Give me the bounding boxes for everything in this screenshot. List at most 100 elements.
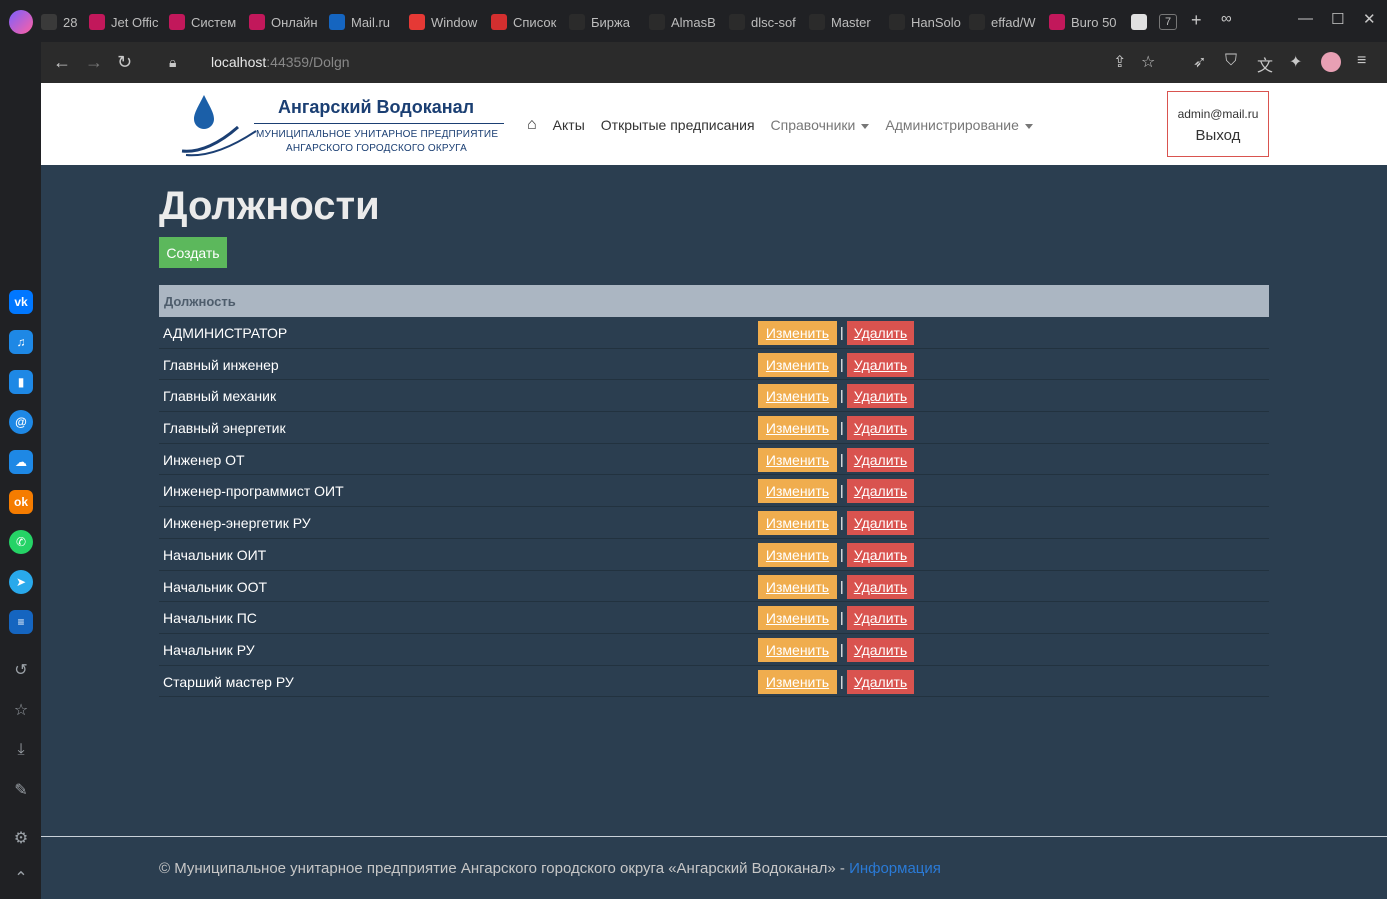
incognito-icon[interactable]: ∞ <box>1221 10 1232 27</box>
site-logo[interactable]: Ангарский Водоканал МУНИЦИПАЛЬНОЕ УНИТАР… <box>180 91 505 157</box>
tab-favicon-icon <box>169 14 185 30</box>
extensions-icon[interactable]: ✦ <box>1289 52 1302 72</box>
stats-icon[interactable]: ▮ <box>9 370 33 394</box>
shield-icon[interactable]: ⛉ <box>1225 52 1237 70</box>
delete-button[interactable]: Удалить <box>847 511 914 536</box>
user-email[interactable]: admin@mail.ru <box>1168 107 1268 121</box>
tab-label: effad/W <box>991 14 1036 30</box>
browser-tab[interactable]: Window <box>409 12 485 32</box>
tab-favicon-icon <box>649 14 665 30</box>
active-tab-favicon-icon <box>1131 14 1147 30</box>
delete-button[interactable]: Удалить <box>847 542 914 567</box>
browser-tab[interactable]: HanSolo <box>889 12 963 32</box>
bookmark-star-icon[interactable]: ☆ <box>10 699 32 721</box>
settings-gear-icon[interactable]: ⚙ <box>10 827 32 849</box>
nav-references-dropdown[interactable]: Справочники <box>771 117 870 133</box>
tab-count-badge[interactable]: 7 <box>1159 14 1178 30</box>
menu-icon[interactable]: ≡ <box>1357 52 1366 70</box>
delete-button[interactable]: Удалить <box>847 637 914 662</box>
edit-button[interactable]: Изменить <box>758 511 837 536</box>
translate-icon[interactable]: 文 <box>1257 52 1273 76</box>
table-row: Главный энергетик Изменить | Удалить <box>159 412 1269 444</box>
edit-button[interactable]: Изменить <box>758 542 837 567</box>
delete-button[interactable]: Удалить <box>847 321 914 345</box>
browser-tab[interactable]: Buro 50 <box>1049 12 1125 32</box>
browser-logo-icon[interactable] <box>9 10 33 34</box>
separator: | <box>840 419 844 436</box>
browser-tab[interactable]: Онлайн <box>249 12 323 32</box>
music-icon[interactable]: ♫ <box>9 330 33 354</box>
lock-icon[interactable]: 🔒︎ <box>169 54 176 71</box>
nav-acts[interactable]: Акты <box>553 117 585 133</box>
rocket-icon[interactable]: ➶ <box>1193 52 1206 72</box>
footer-info-link[interactable]: Информация <box>849 860 941 877</box>
tab-label: AlmasB <box>671 14 716 30</box>
mail-icon[interactable]: @ <box>9 410 33 434</box>
nav-admin-dropdown[interactable]: Администрирование <box>885 117 1033 133</box>
browser-tab[interactable]: Mail.ru <box>329 12 403 32</box>
minimize-icon[interactable]: — <box>1298 10 1313 27</box>
cloud-icon[interactable]: ☁ <box>9 450 33 474</box>
tab-favicon-icon <box>1049 14 1065 30</box>
column-header-position[interactable]: Должность <box>164 294 236 309</box>
create-button[interactable]: Создать <box>159 237 227 268</box>
edit-button[interactable]: Изменить <box>758 384 837 409</box>
edit-button[interactable]: Изменить <box>758 574 837 599</box>
browser-tab[interactable]: Master <box>809 12 883 32</box>
back-icon[interactable]: ← <box>53 52 71 73</box>
delete-button[interactable]: Удалить <box>847 669 914 694</box>
history-icon[interactable]: ↺ <box>10 659 32 681</box>
page-title: Должности <box>159 184 380 228</box>
edit-button[interactable]: Изменить <box>758 321 837 345</box>
edit-button[interactable]: Изменить <box>758 479 837 504</box>
home-icon[interactable]: ⌂ <box>527 116 537 134</box>
table-row: Инженер ОТ Изменить | Удалить <box>159 444 1269 476</box>
active-tab[interactable] <box>1131 12 1153 32</box>
forward-icon[interactable]: → <box>85 52 103 73</box>
edit-button[interactable]: Изменить <box>758 352 837 377</box>
browser-tab[interactable]: AlmasB <box>649 12 723 32</box>
download-icon[interactable]: ⤓ <box>10 739 32 761</box>
maximize-icon[interactable]: ☐ <box>1331 10 1344 28</box>
browser-tab[interactable]: Jet Offic <box>89 12 163 32</box>
tab-label: Buro 50 <box>1071 14 1117 30</box>
delete-button[interactable]: Удалить <box>847 352 914 377</box>
logout-button[interactable]: Выход <box>1168 127 1268 144</box>
edit-button[interactable]: Изменить <box>758 637 837 662</box>
edit-button[interactable]: Изменить <box>758 416 837 441</box>
delete-button[interactable]: Удалить <box>847 479 914 504</box>
browser-tab[interactable]: 28 <box>41 12 85 32</box>
delete-button[interactable]: Удалить <box>847 384 914 409</box>
browser-tab[interactable]: dlsc-sof <box>729 12 803 32</box>
browser-tab[interactable]: Список <box>491 12 563 32</box>
url-field[interactable]: localhost:44359/Dolgn <box>211 54 350 70</box>
odnoklassniki-icon[interactable]: ok <box>9 490 33 514</box>
browser-tab[interactable]: Систем <box>169 12 243 32</box>
reload-icon[interactable]: ↻ <box>117 52 132 73</box>
table-row: Старший мастер РУ Изменить | Удалить <box>159 666 1269 698</box>
bookmark-icon[interactable]: ☆ <box>1141 52 1155 72</box>
browser-tab[interactable]: Биржа <box>569 12 643 32</box>
share-icon[interactable]: ⇪ <box>1113 52 1126 72</box>
list-icon[interactable]: ≡ <box>9 610 33 634</box>
footer-text: © Муниципальное унитарное предприятие Ан… <box>159 860 850 877</box>
vk-icon[interactable]: vk <box>9 290 33 314</box>
new-tab-icon[interactable]: + <box>1191 10 1202 31</box>
nav-open-orders[interactable]: Открытые предписания <box>601 117 755 133</box>
edit-button[interactable]: Изменить <box>758 669 837 694</box>
whatsapp-icon[interactable]: ✆ <box>9 530 33 554</box>
delete-button[interactable]: Удалить <box>847 447 914 472</box>
edit-button[interactable]: Изменить <box>758 447 837 472</box>
close-icon[interactable]: ✕ <box>1363 10 1376 28</box>
separator: | <box>840 672 844 689</box>
profile-avatar[interactable] <box>1321 52 1341 72</box>
chevron-up-icon[interactable]: ⌃ <box>10 867 32 889</box>
browser-tab[interactable]: effad/W <box>969 12 1043 32</box>
brush-icon[interactable]: ✎ <box>10 779 32 801</box>
tab-favicon-icon <box>41 14 57 30</box>
telegram-icon[interactable]: ➤ <box>9 570 33 594</box>
delete-button[interactable]: Удалить <box>847 574 914 599</box>
delete-button[interactable]: Удалить <box>847 416 914 441</box>
delete-button[interactable]: Удалить <box>847 606 914 631</box>
edit-button[interactable]: Изменить <box>758 606 837 631</box>
